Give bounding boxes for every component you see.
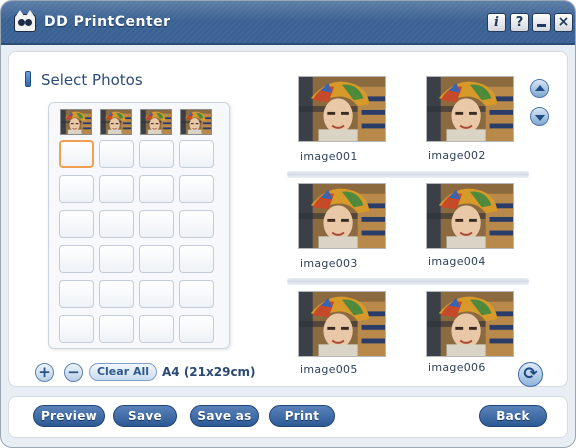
clear-all-button[interactable]: Clear All <box>89 363 157 381</box>
app-title: DD PrintCenter <box>44 14 171 30</box>
layout-cell[interactable] <box>59 245 94 273</box>
layout-cell[interactable] <box>179 315 214 343</box>
layout-cell[interactable] <box>179 140 214 168</box>
layout-cell[interactable] <box>139 315 174 343</box>
select-photos-title: Select Photos <box>41 71 143 89</box>
paper-size-label: A4 (21x29cm) <box>162 365 256 379</box>
layout-cell[interactable] <box>59 315 94 343</box>
info-icon[interactable]: i <box>487 13 506 32</box>
layout-cell[interactable] <box>99 315 134 343</box>
layout-cell[interactable] <box>99 175 134 203</box>
layout-cell[interactable] <box>99 245 134 273</box>
photo-label: image002 <box>428 149 486 162</box>
photo-thumbnail[interactable] <box>426 183 514 249</box>
photo-label: image005 <box>300 363 358 376</box>
sheet-thumbnail[interactable] <box>180 109 212 135</box>
save-as-button[interactable]: Save as <box>190 405 259 427</box>
layout-cell[interactable] <box>99 210 134 238</box>
title-bar: DD PrintCenter i ? × <box>1 1 575 45</box>
layout-cell[interactable] <box>179 210 214 238</box>
layout-sheet <box>48 102 230 349</box>
layout-cell[interactable] <box>59 175 94 203</box>
layout-cell[interactable] <box>139 280 174 308</box>
layout-cell[interactable] <box>139 210 174 238</box>
close-icon[interactable]: × <box>554 13 573 32</box>
preview-button[interactable]: Preview <box>33 405 105 427</box>
sheet-thumbnail[interactable] <box>140 109 172 135</box>
help-icon[interactable]: ? <box>510 13 529 32</box>
minimize-icon[interactable] <box>532 13 551 32</box>
row-divider <box>287 171 529 178</box>
photo-thumbnail[interactable] <box>298 183 386 249</box>
layout-cell[interactable] <box>59 210 94 238</box>
section-marker <box>25 71 31 87</box>
layout-cell[interactable] <box>99 280 134 308</box>
photo-thumbnail[interactable] <box>298 76 386 142</box>
layout-cell[interactable] <box>179 280 214 308</box>
row-divider <box>287 278 529 285</box>
layout-cell-selected[interactable] <box>59 140 94 168</box>
scroll-down-icon[interactable] <box>530 107 549 126</box>
photo-thumbnail[interactable] <box>426 291 514 357</box>
photo-label: image006 <box>428 361 486 374</box>
back-button[interactable]: Back <box>479 405 547 427</box>
save-button[interactable]: Save <box>113 405 177 427</box>
photo-thumbnail[interactable] <box>426 76 514 142</box>
photo-label: image001 <box>300 150 358 163</box>
print-button[interactable]: Print <box>269 405 335 427</box>
sheet-thumbnail[interactable] <box>100 109 132 135</box>
plus-icon[interactable]: + <box>35 363 54 382</box>
app-logo-icon <box>14 10 36 32</box>
sheet-thumbnail[interactable] <box>60 109 92 135</box>
layout-cell[interactable] <box>139 140 174 168</box>
scroll-up-icon[interactable] <box>530 79 549 98</box>
photo-thumbnail[interactable] <box>298 291 386 357</box>
minus-icon[interactable]: − <box>64 363 83 382</box>
layout-cell[interactable] <box>99 140 134 168</box>
layout-cell[interactable] <box>179 175 214 203</box>
layout-cell[interactable] <box>179 245 214 273</box>
layout-cell[interactable] <box>59 280 94 308</box>
layout-cell[interactable] <box>139 175 174 203</box>
layout-cell[interactable] <box>139 245 174 273</box>
photo-label: image003 <box>300 257 358 270</box>
photo-label: image004 <box>428 255 486 268</box>
print-center-window: DD PrintCenter i ? × Select Photos + − C… <box>0 0 576 448</box>
refresh-icon[interactable]: ⟳ <box>518 362 543 387</box>
